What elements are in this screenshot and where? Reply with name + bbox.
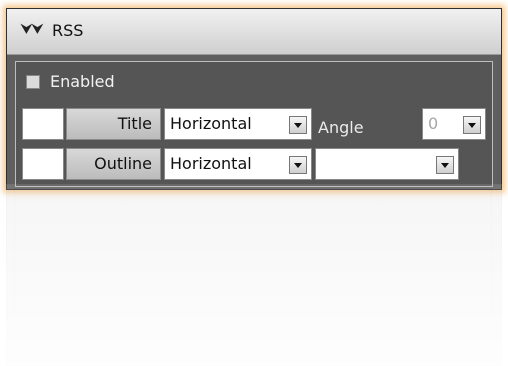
panel-header[interactable]: ⮟⮟ RSS xyxy=(7,9,501,55)
angle-value: 0 xyxy=(428,114,439,133)
title-style-button[interactable]: Title xyxy=(66,108,161,140)
title-color-swatch[interactable] xyxy=(22,108,64,140)
outline-color-swatch[interactable] xyxy=(22,148,64,180)
title-orientation-select[interactable]: Horizontal xyxy=(164,108,312,140)
settings-group: Enabled Title Horizontal Angle 0 Outline… xyxy=(15,61,493,187)
chevron-down-icon[interactable] xyxy=(289,116,307,134)
chevron-down-icon[interactable] xyxy=(436,156,454,174)
outline-orientation-value: Horizontal xyxy=(170,154,252,173)
window: ⮟⮟ RSS Enabled Title Horizontal Angle 0 xyxy=(0,0,508,366)
chevron-down-icon[interactable] xyxy=(463,116,481,134)
outline-style-button[interactable]: Outline xyxy=(66,148,161,180)
angle-select[interactable]: 0 xyxy=(422,108,486,140)
chevron-down-icon[interactable] xyxy=(289,156,307,174)
rss-panel: ⮟⮟ RSS Enabled Title Horizontal Angle 0 xyxy=(6,8,502,190)
outline-orientation-select[interactable]: Horizontal xyxy=(164,148,312,180)
reflection-fade xyxy=(0,190,508,366)
enabled-checkbox[interactable] xyxy=(26,75,40,89)
panel-reflection xyxy=(6,184,502,366)
title-orientation-value: Horizontal xyxy=(170,114,252,133)
double-chevron-down-icon[interactable]: ⮟⮟ xyxy=(21,22,43,38)
enabled-label: Enabled xyxy=(50,72,115,91)
outline-extra-select[interactable] xyxy=(315,148,459,180)
panel-title: RSS xyxy=(52,21,84,40)
angle-label: Angle xyxy=(318,118,364,137)
